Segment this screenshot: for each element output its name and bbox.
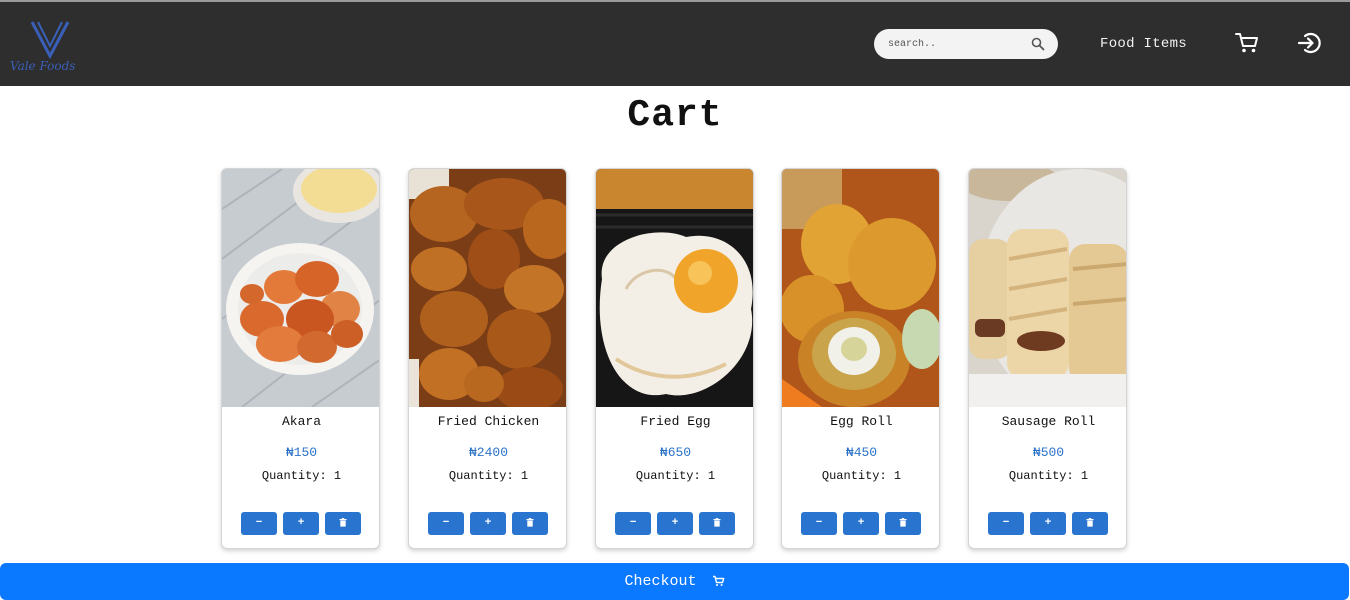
food-image-egg-roll — [782, 169, 939, 407]
quantity-label: Quantity: — [635, 469, 701, 483]
cart-item-card: Fried Chicken ₦2400 Quantity: 1 − + — [408, 168, 567, 549]
remove-item-button[interactable] — [699, 512, 735, 535]
decrease-quantity-button[interactable]: − — [801, 512, 837, 535]
increase-quantity-button[interactable]: + — [843, 512, 879, 535]
item-price: ₦150 — [285, 445, 318, 460]
logo-text: Vale Foods — [10, 59, 75, 73]
increase-quantity-button[interactable]: + — [657, 512, 693, 535]
food-image-akara — [222, 169, 379, 407]
quantity-label: Quantity: — [261, 469, 327, 483]
trash-icon — [713, 517, 721, 527]
navbar: Vale Foods Food Items — [0, 0, 1350, 86]
login-icon[interactable] — [1296, 30, 1322, 56]
quantity-value: 1 — [333, 469, 342, 483]
food-image-fried-egg — [596, 169, 753, 407]
trash-icon — [526, 517, 534, 527]
quantity-value: 1 — [1080, 469, 1089, 483]
quantity-label: Quantity: — [448, 469, 514, 483]
trash-icon — [1086, 517, 1094, 527]
cart-item-card: Fried Egg ₦650 Quantity: 1 − + — [595, 168, 754, 549]
brand-logo[interactable]: Vale Foods — [8, 18, 98, 76]
cart-item-card: Sausage Roll ₦500 Quantity: 1 − + — [968, 168, 1127, 549]
cart-item-card: Akara ₦150 Quantity: 1 − + — [221, 168, 380, 549]
item-quantity: Quantity: 1 — [596, 469, 753, 483]
remove-item-button[interactable] — [885, 512, 921, 535]
item-price: ₦450 — [845, 445, 878, 460]
nav-link-food-items[interactable]: Food Items — [1100, 36, 1187, 52]
remove-item-button[interactable] — [512, 512, 548, 535]
item-name: Egg Roll — [830, 414, 893, 429]
item-quantity: Quantity: 1 — [409, 469, 566, 483]
item-price: ₦500 — [1032, 445, 1065, 460]
item-quantity: Quantity: 1 — [222, 469, 379, 483]
item-actions: − + — [801, 512, 923, 536]
item-name: Akara — [281, 414, 321, 429]
item-quantity: Quantity: 1 — [782, 469, 939, 483]
search-box[interactable] — [874, 29, 1058, 59]
search-icon[interactable] — [1031, 37, 1045, 51]
search-input[interactable] — [888, 29, 1028, 59]
decrease-quantity-button[interactable]: − — [428, 512, 464, 535]
cart-item-card: Egg Roll ₦450 Quantity: 1 − + — [781, 168, 940, 549]
item-price: ₦2400 — [468, 445, 508, 460]
decrease-quantity-button[interactable]: − — [988, 512, 1024, 535]
cart-icon[interactable] — [1234, 30, 1260, 56]
quantity-value: 1 — [520, 469, 529, 483]
decrease-quantity-button[interactable]: − — [241, 512, 277, 535]
food-image-fried-chicken — [409, 169, 566, 407]
checkout-button[interactable]: Checkout — [0, 563, 1349, 600]
food-image-sausage-roll — [969, 169, 1126, 407]
quantity-label: Quantity: — [1008, 469, 1074, 483]
cart-icon — [712, 575, 724, 587]
remove-item-button[interactable] — [1072, 512, 1108, 535]
item-actions: − + — [241, 512, 363, 536]
item-name: Fried Egg — [640, 414, 711, 429]
decrease-quantity-button[interactable]: − — [615, 512, 651, 535]
quantity-value: 1 — [893, 469, 902, 483]
item-name: Fried Chicken — [437, 414, 540, 429]
checkout-label: Checkout — [624, 573, 697, 590]
item-actions: − + — [428, 512, 550, 536]
item-quantity: Quantity: 1 — [969, 469, 1126, 483]
item-price: ₦650 — [659, 445, 692, 460]
item-name: Sausage Roll — [1001, 414, 1096, 429]
logo-icon: Vale Foods — [10, 21, 75, 73]
increase-quantity-button[interactable]: + — [1030, 512, 1066, 535]
item-actions: − + — [988, 512, 1110, 536]
increase-quantity-button[interactable]: + — [470, 512, 506, 535]
item-actions: − + — [615, 512, 737, 536]
remove-item-button[interactable] — [325, 512, 361, 535]
quantity-label: Quantity: — [821, 469, 887, 483]
trash-icon — [339, 517, 347, 527]
cart-items-list: Akara ₦150 Quantity: 1 − + Fried Chicken… — [221, 168, 1141, 550]
increase-quantity-button[interactable]: + — [283, 512, 319, 535]
page-title: Cart — [627, 94, 723, 137]
quantity-value: 1 — [707, 469, 716, 483]
trash-icon — [899, 517, 907, 527]
